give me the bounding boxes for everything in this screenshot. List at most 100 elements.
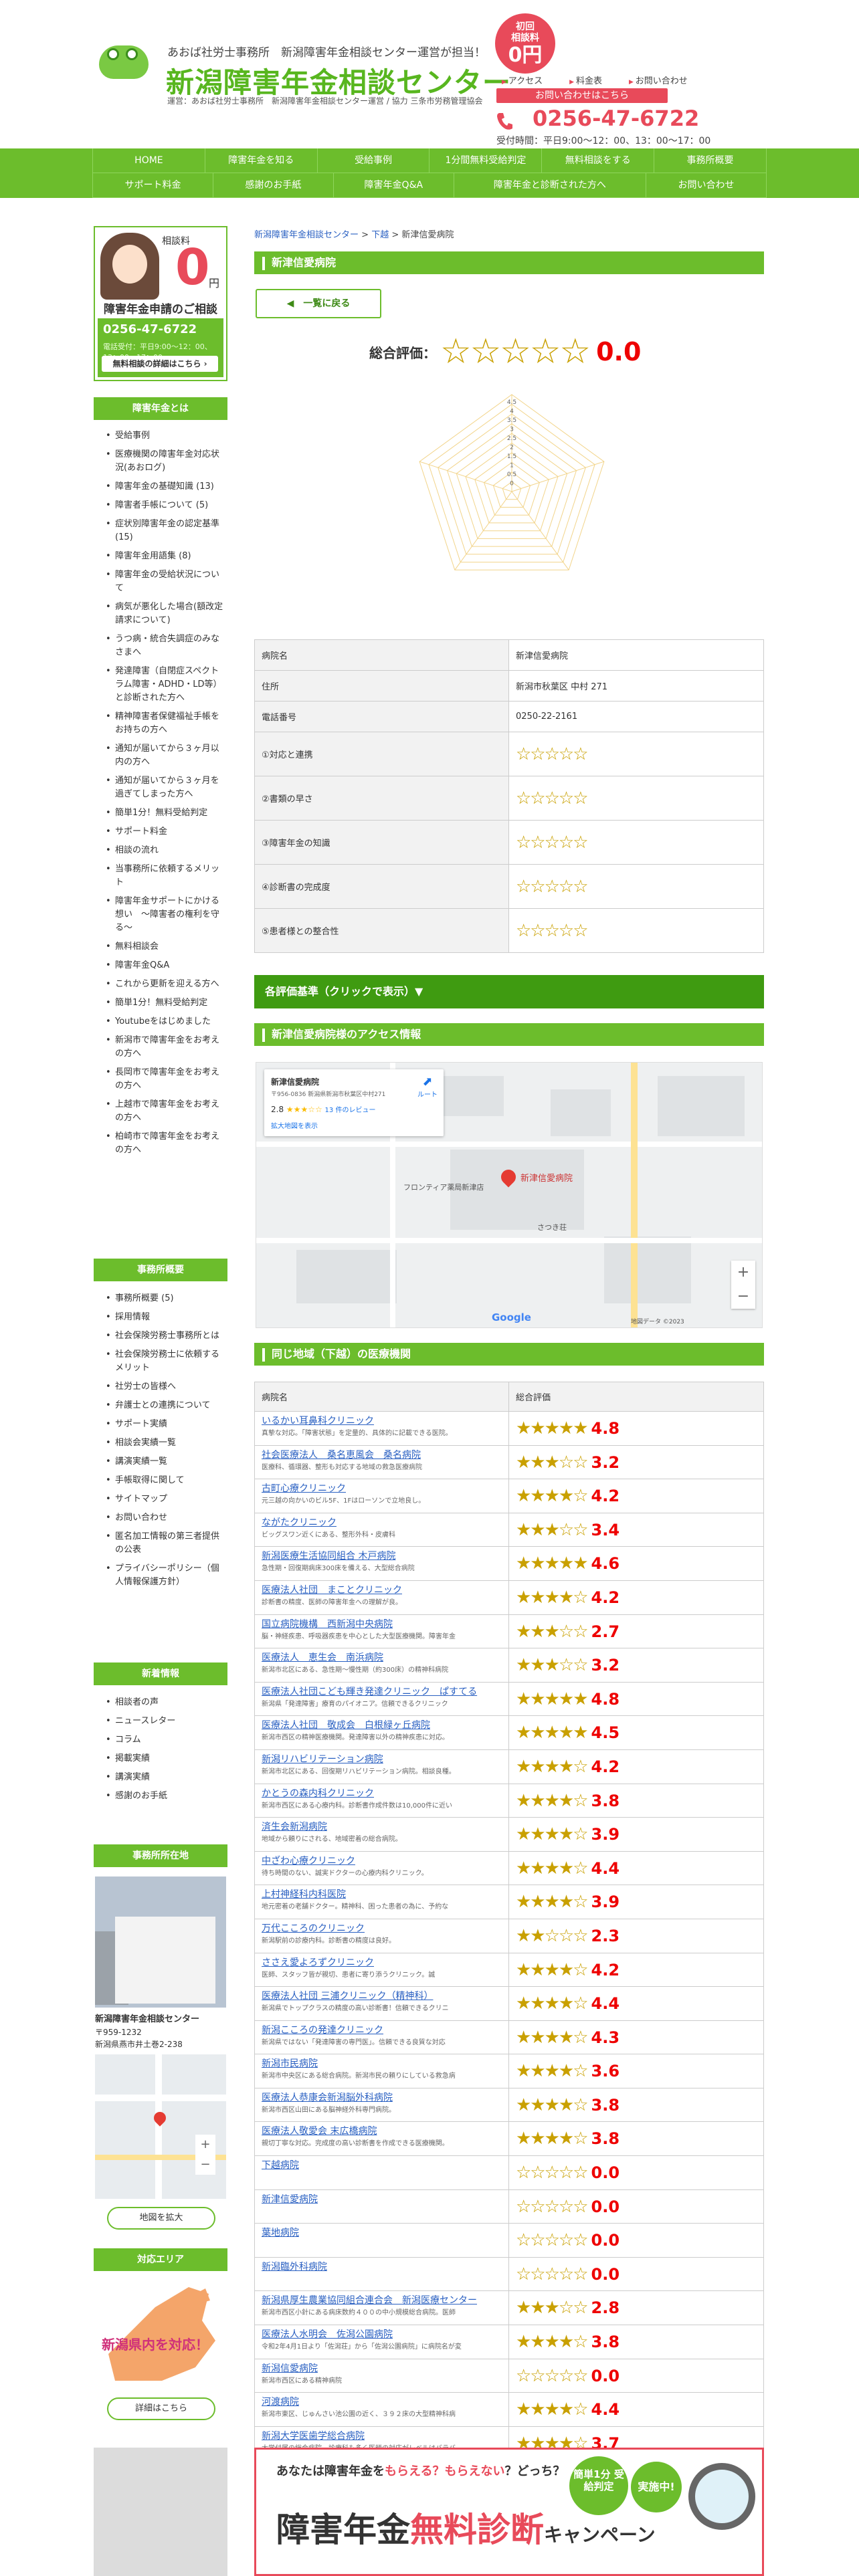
sidebar-office-item[interactable]: サポート実績: [106, 1418, 225, 1431]
hospital-link[interactable]: 新潟大学医歯学総合病院: [262, 2429, 502, 2444]
sidebar-about-item[interactable]: 受給事例: [106, 429, 225, 443]
sidebar-about-item[interactable]: 通知が届いてから３ヶ月以内の方へ: [106, 742, 225, 769]
hospital-link[interactable]: 医療法人恭康会新潟脳外科病院: [262, 2090, 502, 2105]
hospital-link[interactable]: 医療法人敬愛会 末広橋病院: [262, 2124, 502, 2139]
sidebar-office-item[interactable]: 講演実績一覧: [106, 1455, 225, 1469]
office-mini-map[interactable]: + −: [95, 2054, 226, 2199]
hospital-link[interactable]: 古町心療クリニック: [262, 1481, 502, 1496]
hospital-link[interactable]: 上村神経科内科医院: [262, 1887, 502, 1902]
sidebar-office-item[interactable]: 匿名加工情報の第三者提供の公表: [106, 1530, 225, 1557]
hospital-link[interactable]: 社会医療法人 桑名恵風会 桑名病院: [262, 1448, 502, 1463]
hospital-link[interactable]: 国立病院機構 西新潟中央病院: [262, 1617, 502, 1632]
price-link[interactable]: 料金表: [569, 74, 602, 86]
hospital-link[interactable]: 新潟県厚生農業協同組合連合会 新潟医療センター: [262, 2293, 502, 2308]
nav-contact[interactable]: お問い合わせ: [646, 173, 767, 198]
sidebar-about-item[interactable]: 障害年金Q&A: [106, 959, 225, 972]
sidebar-news-item[interactable]: 掲載実績: [106, 1752, 225, 1765]
sidebar-about-item[interactable]: 新潟市で障害年金をお考えの方へ: [106, 1034, 225, 1061]
sidebar-about-item[interactable]: 精神障害者保健福祉手帳をお持ちの方へ: [106, 710, 225, 737]
nav-office[interactable]: 事務所概要: [654, 148, 767, 173]
sidebar-news-item[interactable]: 相談者の声: [106, 1696, 225, 1709]
hospital-link[interactable]: 新潟こころの発達クリニック: [262, 2023, 502, 2038]
contact-button[interactable]: お問い合わせはこちら: [496, 88, 668, 103]
hospital-link[interactable]: 医療法人社団 三浦クリニック（精神科）: [262, 1989, 502, 2004]
sidebar-about-item[interactable]: 上越市で障害年金をお考えの方へ: [106, 1098, 225, 1125]
sidebar-about-item[interactable]: 相談の流れ: [106, 844, 225, 857]
card-phone[interactable]: 0256-47-6722: [103, 322, 197, 336]
nav-support-fee[interactable]: サポート料金: [92, 173, 213, 198]
header-phone[interactable]: 0256-47-6722: [496, 106, 699, 131]
hospital-link[interactable]: 新津信愛病院: [262, 2192, 502, 2207]
nav-diagnosed[interactable]: 障害年金と診断された方へ: [453, 173, 646, 198]
sidebar-office-item[interactable]: 社会保険労務士に依頼するメリット: [106, 1348, 225, 1375]
sidebar-office-item[interactable]: 相談会実績一覧: [106, 1436, 225, 1450]
consult-card[interactable]: 相談料 0 円 障害年金申請のご相談 0256-47-6722 電話受付：平日9…: [94, 226, 227, 381]
sidebar-about-item[interactable]: サポート料金: [106, 825, 225, 839]
hospital-link[interactable]: 新潟医療生活協同組合 木戸病院: [262, 1549, 502, 1564]
map-zoom-control[interactable]: + −: [731, 1261, 755, 1309]
sidebar-about-item[interactable]: 簡単1分！無料受給判定: [106, 996, 225, 1010]
sidebar-about-item[interactable]: 障害年金の基礎知識 (13): [106, 480, 225, 494]
sidebar-office-item[interactable]: プライバシーポリシー（個人情報保護方針）: [106, 1562, 225, 1589]
niigata-area-map[interactable]: 新潟県内を対応！: [95, 2280, 226, 2387]
expand-map-button[interactable]: 地図を拡大: [107, 2207, 215, 2230]
sidebar-about-item[interactable]: 症状別障害年金の認定基準 (15): [106, 518, 225, 544]
nav-about-pension[interactable]: 障害年金を知る: [204, 148, 317, 173]
sidebar-about-item[interactable]: 発達障害（自閉症スペクトラム障害・ADHD・LD等）と診断された方へ: [106, 665, 225, 705]
sidebar-office-item[interactable]: 社労士の皆様へ: [106, 1380, 225, 1394]
sidebar-office-item[interactable]: サイトマップ: [106, 1493, 225, 1506]
sidebar-about-item[interactable]: 病気が悪化した場合(額改定請求について): [106, 601, 225, 627]
nav-qa[interactable]: 障害年金Q&A: [332, 173, 454, 198]
sidebar-news-item[interactable]: ニュースレター: [106, 1715, 225, 1728]
hospital-link[interactable]: 新潟市民病院: [262, 2056, 502, 2071]
frog-logo-icon[interactable]: [99, 45, 154, 83]
hospital-link[interactable]: 医療法人社団こども輝き発達クリニック ぱすてる: [262, 1685, 502, 1699]
area-detail-button[interactable]: 詳細はこちら: [107, 2397, 215, 2420]
hospital-link[interactable]: 河渡病院: [262, 2395, 502, 2409]
sidebar-office-item[interactable]: 弁護士との連携について: [106, 1399, 225, 1412]
hospital-link[interactable]: 医療法人 恵生会 南浜病院: [262, 1650, 502, 1665]
sidebar-office-item[interactable]: 社会保険労務士事務所とは: [106, 1329, 225, 1343]
sidebar-about-item[interactable]: 障害年金の受給状況について: [106, 568, 225, 595]
hospital-link[interactable]: ささえ愛よろずクリニック: [262, 1955, 502, 1970]
sidebar-news-item[interactable]: 講演実績: [106, 1771, 225, 1784]
hospital-link[interactable]: 新潟リハビリテーション病院: [262, 1752, 502, 1767]
hospital-link[interactable]: 医療法人水明会 佐潟公園病院: [262, 2327, 502, 2342]
hospital-link[interactable]: かとうの森内科クリニック: [262, 1786, 502, 1801]
sidebar-about-item[interactable]: Youtubeをはじめました: [106, 1015, 225, 1029]
sidebar-about-item[interactable]: うつ病・統合失調症のみなさまへ: [106, 633, 225, 659]
sidebar-about-item[interactable]: 医療機関の障害年金対応状況(あおログ): [106, 448, 225, 475]
sidebar-about-item[interactable]: 障害年金用語集 (8): [106, 550, 225, 563]
hospital-link[interactable]: 医療法人社団 敬成会 白根緑ヶ丘病院: [262, 1718, 502, 1733]
hospital-link[interactable]: 新潟臨外科病院: [262, 2260, 502, 2274]
map-larger-link[interactable]: 拡大地図を表示: [271, 1120, 318, 1130]
sidebar-about-item[interactable]: 通知が届いてから３ヶ月を過ぎてしまった方へ: [106, 774, 225, 801]
card-detail-button[interactable]: 無料相談の詳細はこちら ›: [102, 356, 218, 372]
nav-free-consult[interactable]: 無料相談をする: [541, 148, 654, 173]
breadcrumb-region[interactable]: 下越: [371, 230, 389, 240]
nav-home[interactable]: HOME: [92, 148, 205, 173]
sidebar-office-item[interactable]: 事務所概要 (5): [106, 1292, 225, 1305]
nav-thanks[interactable]: 感謝のお手紙: [212, 173, 333, 198]
mini-map-zoom[interactable]: + −: [195, 2135, 215, 2175]
sidebar-about-item[interactable]: これから更新を迎える方へ: [106, 978, 225, 991]
sidebar-about-item[interactable]: 長岡市で障害年金をお考えの方へ: [106, 1066, 225, 1093]
hospital-link[interactable]: 中ざわ心療クリニック: [262, 1854, 502, 1868]
sidebar-about-item[interactable]: 無料相談会: [106, 940, 225, 954]
sidebar-news-item[interactable]: コラム: [106, 1733, 225, 1747]
access-map[interactable]: 新津信愛病院 〒956-0836 新潟県新潟市秋葉区中村271 2.8 ★★★☆…: [256, 1062, 763, 1328]
access-link[interactable]: アクセス: [502, 74, 543, 86]
sidebar-about-item[interactable]: 簡単1分！無料受給判定: [106, 807, 225, 820]
hospital-link[interactable]: 下越病院: [262, 2158, 502, 2173]
map-directions[interactable]: ⬈ ルート: [415, 1075, 440, 1099]
sidebar-about-item[interactable]: 当事務所に依頼するメリット: [106, 863, 225, 889]
hospital-link[interactable]: 新潟信愛病院: [262, 2361, 502, 2376]
sidebar-office-item[interactable]: 採用情報: [106, 1311, 225, 1324]
hospital-link[interactable]: 葉地病院: [262, 2226, 502, 2240]
contact-link[interactable]: お問い合わせ: [629, 74, 688, 86]
hospital-link[interactable]: 万代こころのクリニック: [262, 1921, 502, 1936]
breadcrumb-home[interactable]: 新潟障害年金相談センター: [254, 230, 359, 240]
sidebar-office-item[interactable]: お問い合わせ: [106, 1511, 225, 1525]
sidebar-about-item[interactable]: 柏崎市で障害年金をお考えの方へ: [106, 1130, 225, 1157]
sidebar-about-item[interactable]: 障害年金サポートにかける想い ～障害者の権利を守る～: [106, 895, 225, 935]
